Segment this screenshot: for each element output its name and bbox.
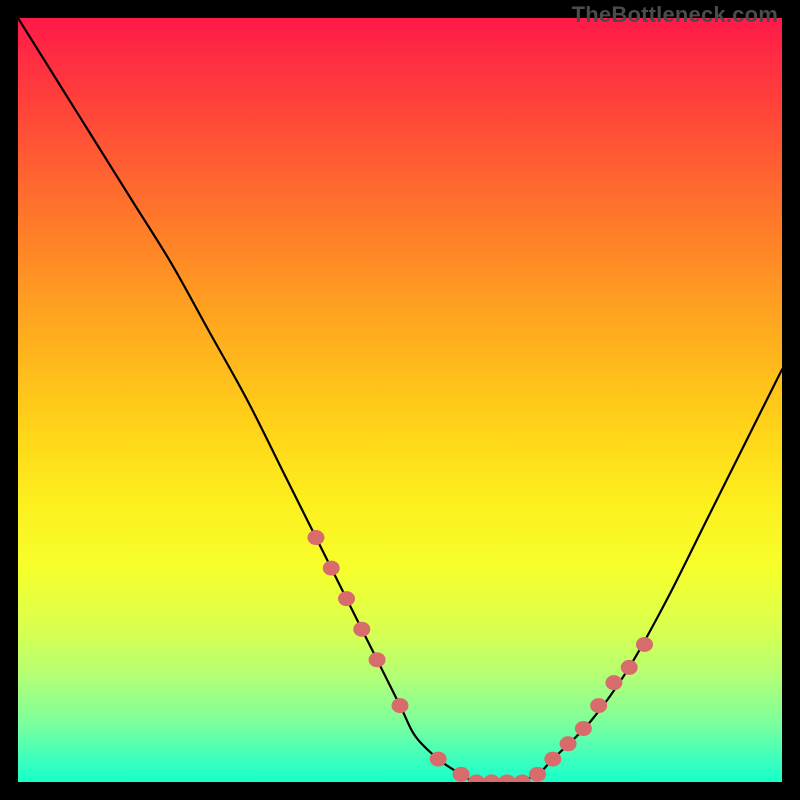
- chart-stage: TheBottleneck.com: [0, 0, 800, 800]
- watermark-label: TheBottleneck.com: [572, 2, 778, 28]
- plot-background: [18, 18, 782, 782]
